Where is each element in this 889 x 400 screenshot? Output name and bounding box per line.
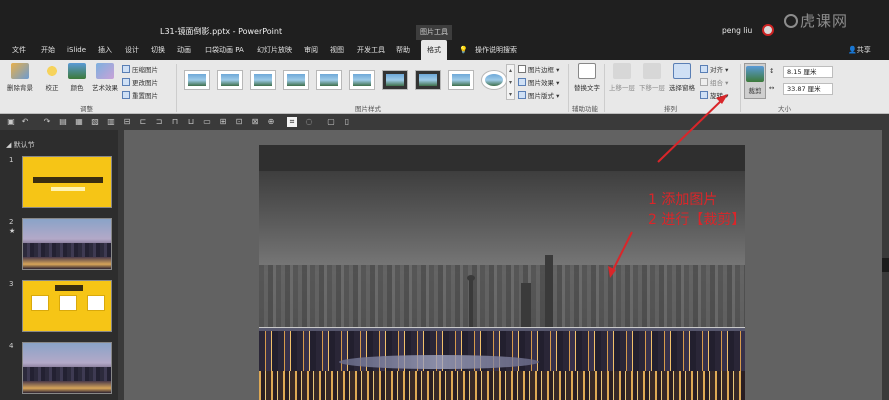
arrow-head	[716, 94, 728, 104]
arrow-line	[657, 97, 725, 163]
arrow-line	[611, 231, 633, 273]
annotation-arrows	[608, 94, 728, 278]
